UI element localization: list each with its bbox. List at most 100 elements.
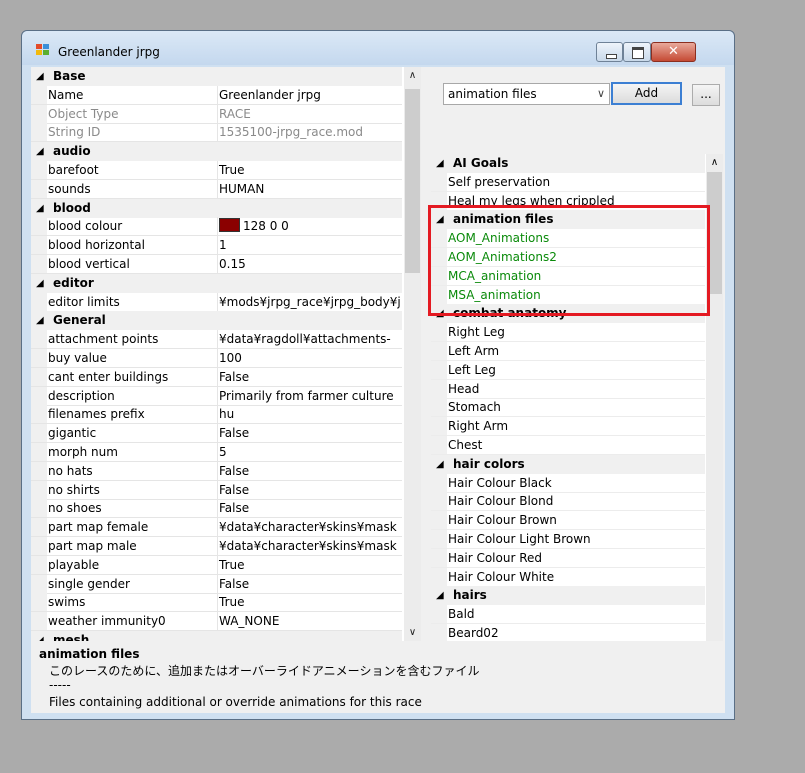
collapse-icon[interactable]: ◢ [36, 274, 44, 293]
list-item[interactable]: Chest [431, 436, 705, 455]
property-value[interactable]: False [217, 424, 404, 444]
property-row[interactable]: no shirts False [31, 480, 404, 500]
item-list[interactable]: ◢ AI Goals Self preservation Heal my legs w… [431, 154, 723, 641]
list-item[interactable]: Hair Colour White [431, 567, 705, 587]
scroll-thumb[interactable] [707, 172, 722, 294]
property-row[interactable]: editor limits ¥mods¥jrpg_race¥jrpg_body¥j [31, 292, 404, 312]
list-item[interactable]: MCA_animation [431, 266, 705, 286]
scroll-down-icon[interactable]: ∨ [404, 624, 421, 641]
property-row[interactable]: filenames prefix hu [31, 405, 404, 425]
collapse-icon[interactable]: ◢ [436, 210, 444, 229]
property-value[interactable]: True [217, 161, 404, 180]
property-row[interactable]: morph num 5 [31, 443, 402, 462]
property-row[interactable]: description Primarily from farmer culture [31, 386, 404, 406]
scroll-up-icon[interactable]: ∧ [706, 154, 723, 171]
property-row[interactable]: part map female ¥data¥character¥skins¥mas… [31, 518, 404, 538]
list-scrollbar[interactable]: ∧ [706, 154, 723, 641]
list-item[interactable]: Right Arm [431, 417, 705, 437]
list-item[interactable]: Left Arm [431, 342, 705, 361]
property-row[interactable]: no shoes False [31, 499, 402, 519]
collapse-icon[interactable]: ◢ [36, 142, 44, 161]
collapse-icon[interactable]: ◢ [36, 67, 44, 86]
more-button[interactable]: ... [692, 84, 720, 106]
property-row[interactable]: Name Greenlander jrpg [31, 85, 404, 105]
close-button[interactable]: ✕ [651, 42, 696, 62]
property-value[interactable]: ¥data¥ragdoll¥attachments- [217, 330, 404, 350]
property-scrollbar[interactable]: ∧ ∨ [404, 67, 421, 641]
property-value[interactable]: ¥data¥character¥skins¥mask [217, 518, 404, 538]
property-value[interactable]: False [217, 480, 404, 500]
property-value[interactable]: hu [217, 405, 404, 425]
list-category[interactable]: ◢ AI Goals [431, 154, 705, 173]
property-value[interactable]: True [217, 555, 404, 575]
property-row[interactable]: sounds HUMAN [31, 179, 404, 199]
category-row[interactable]: ◢ mesh [31, 631, 402, 641]
list-category[interactable]: ◢ hairs [431, 586, 705, 606]
property-row[interactable]: part map male ¥data¥character¥skins¥mask [31, 537, 402, 556]
property-row[interactable]: buy value 100 [31, 349, 402, 368]
list-item[interactable]: AOM_Animations2 [431, 248, 705, 267]
list-item[interactable]: Self preservation [431, 172, 705, 192]
list-item[interactable]: Beard02 [431, 624, 705, 641]
category-row[interactable]: ◢ editor [31, 273, 402, 293]
list-type-dropdown[interactable]: animation files ∨ [443, 83, 610, 105]
property-row[interactable]: blood vertical 0.15 [31, 255, 402, 274]
property-row[interactable]: Object Type RACE [31, 104, 404, 124]
property-value[interactable]: Greenlander jrpg [217, 85, 404, 105]
list-category[interactable]: ◢ hair colors [431, 454, 705, 474]
list-item[interactable]: Heal my legs when crippled [431, 191, 705, 211]
property-value[interactable]: RACE [217, 104, 404, 124]
property-value[interactable]: WA_NONE [217, 612, 404, 632]
property-row[interactable]: String ID 1535100-jrpg_race.mod [31, 123, 404, 143]
category-row[interactable]: ◢ Base [31, 67, 402, 86]
list-item[interactable]: Hair Colour Blond [431, 492, 705, 512]
property-row[interactable]: weather immunity0 WA_NONE [31, 612, 404, 632]
list-item[interactable]: Hair Colour Light Brown [431, 530, 705, 549]
property-row[interactable]: single gender False [31, 574, 404, 594]
property-value[interactable]: 128 0 0 [217, 217, 404, 237]
list-category[interactable]: ◢ animation files [431, 210, 705, 230]
collapse-icon[interactable]: ◢ [36, 631, 44, 641]
scroll-thumb[interactable] [405, 89, 420, 273]
collapse-icon[interactable]: ◢ [436, 455, 444, 474]
scroll-up-icon[interactable]: ∧ [404, 67, 421, 84]
property-row[interactable]: blood horizontal 1 [31, 236, 404, 256]
property-value[interactable]: False [217, 461, 404, 481]
property-row[interactable]: attachment points ¥data¥ragdoll¥attachmen… [31, 330, 404, 350]
property-value[interactable]: True [217, 593, 404, 613]
list-item[interactable]: MSA_animation [431, 285, 705, 305]
property-value[interactable]: HUMAN [217, 179, 404, 199]
property-value[interactable]: False [217, 367, 404, 387]
minimize-button[interactable] [596, 42, 623, 62]
property-value[interactable]: Primarily from farmer culture [217, 386, 404, 406]
property-value[interactable]: ¥mods¥jrpg_race¥jrpg_body¥j [217, 292, 404, 312]
collapse-icon[interactable]: ◢ [436, 304, 444, 323]
collapse-icon[interactable]: ◢ [36, 311, 44, 330]
property-value[interactable]: False [217, 574, 404, 594]
property-value[interactable]: 0.15 [217, 255, 404, 274]
property-value[interactable]: 5 [217, 443, 404, 462]
add-button[interactable]: Add [611, 82, 682, 105]
list-item[interactable]: Hair Colour Brown [431, 511, 705, 531]
property-value[interactable]: ¥data¥character¥skins¥mask [217, 537, 404, 556]
property-row[interactable]: gigantic False [31, 424, 404, 444]
property-row[interactable]: barefoot True [31, 161, 402, 180]
list-item[interactable]: Head [431, 379, 705, 399]
category-row[interactable]: ◢ blood [31, 198, 402, 218]
list-item[interactable]: Hair Colour Black [431, 473, 705, 493]
list-category[interactable]: ◢ combat anatomy [431, 304, 705, 324]
category-row[interactable]: ◢ audio [31, 142, 402, 162]
property-value[interactable]: 100 [217, 349, 404, 368]
property-row[interactable]: swims True [31, 593, 404, 613]
list-item[interactable]: Hair Colour Red [431, 548, 705, 568]
property-value[interactable]: 1 [217, 236, 404, 256]
list-item[interactable]: Bald [431, 605, 705, 625]
category-row[interactable]: ◢ General [31, 311, 402, 331]
property-row[interactable]: playable True [31, 555, 404, 575]
collapse-icon[interactable]: ◢ [36, 199, 44, 218]
list-item[interactable]: Stomach [431, 398, 705, 418]
collapse-icon[interactable]: ◢ [436, 154, 444, 173]
property-value[interactable]: 1535100-jrpg_race.mod [217, 123, 404, 143]
title-bar[interactable]: Greenlander jrpg ✕ [22, 31, 734, 65]
collapse-icon[interactable]: ◢ [436, 586, 444, 605]
